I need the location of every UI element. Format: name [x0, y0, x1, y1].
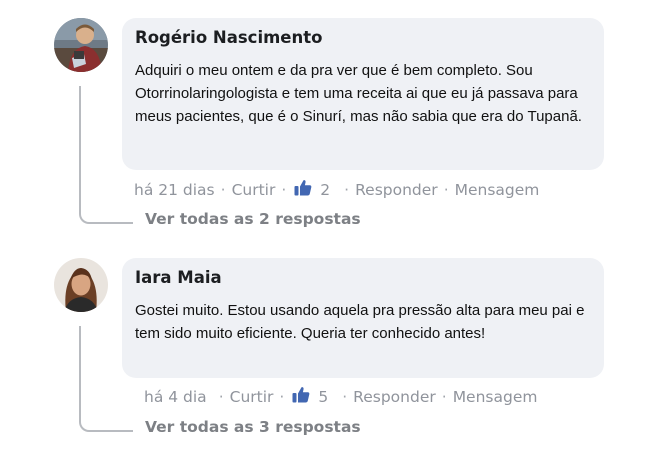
woman-avatar-icon: [54, 258, 108, 312]
reply-button[interactable]: Responder: [353, 388, 436, 406]
separator: ·: [342, 387, 348, 406]
comment-timestamp[interactable]: há 4 dia: [144, 388, 207, 406]
like-counter[interactable]: 5: [290, 386, 328, 407]
comment-text: Gostei muito. Estou usando aquela pra pr…: [135, 302, 585, 342]
message-button[interactable]: Mensagem: [453, 388, 538, 406]
like-button[interactable]: Curtir: [230, 388, 274, 406]
separator: ·: [279, 387, 285, 406]
comment-bubble: Iara Maia Gostei muito. Estou usando aqu…: [122, 258, 604, 378]
comment-thread-2: Iara Maia Gostei muito. Estou usando aqu…: [0, 0, 650, 450]
thumbs-up-icon: [292, 386, 310, 407]
separator: ·: [441, 387, 447, 406]
comment-author[interactable]: Iara Maia: [135, 268, 590, 288]
view-replies-link[interactable]: Ver todas as 3 respostas: [145, 418, 361, 436]
separator: ·: [218, 387, 224, 406]
reply-connector-line: [79, 326, 133, 432]
like-count: 5: [318, 387, 329, 406]
user-avatar[interactable]: [54, 258, 108, 312]
comment-actions: há 4 dia · Curtir · 5 · Responder · Mens…: [144, 386, 537, 407]
